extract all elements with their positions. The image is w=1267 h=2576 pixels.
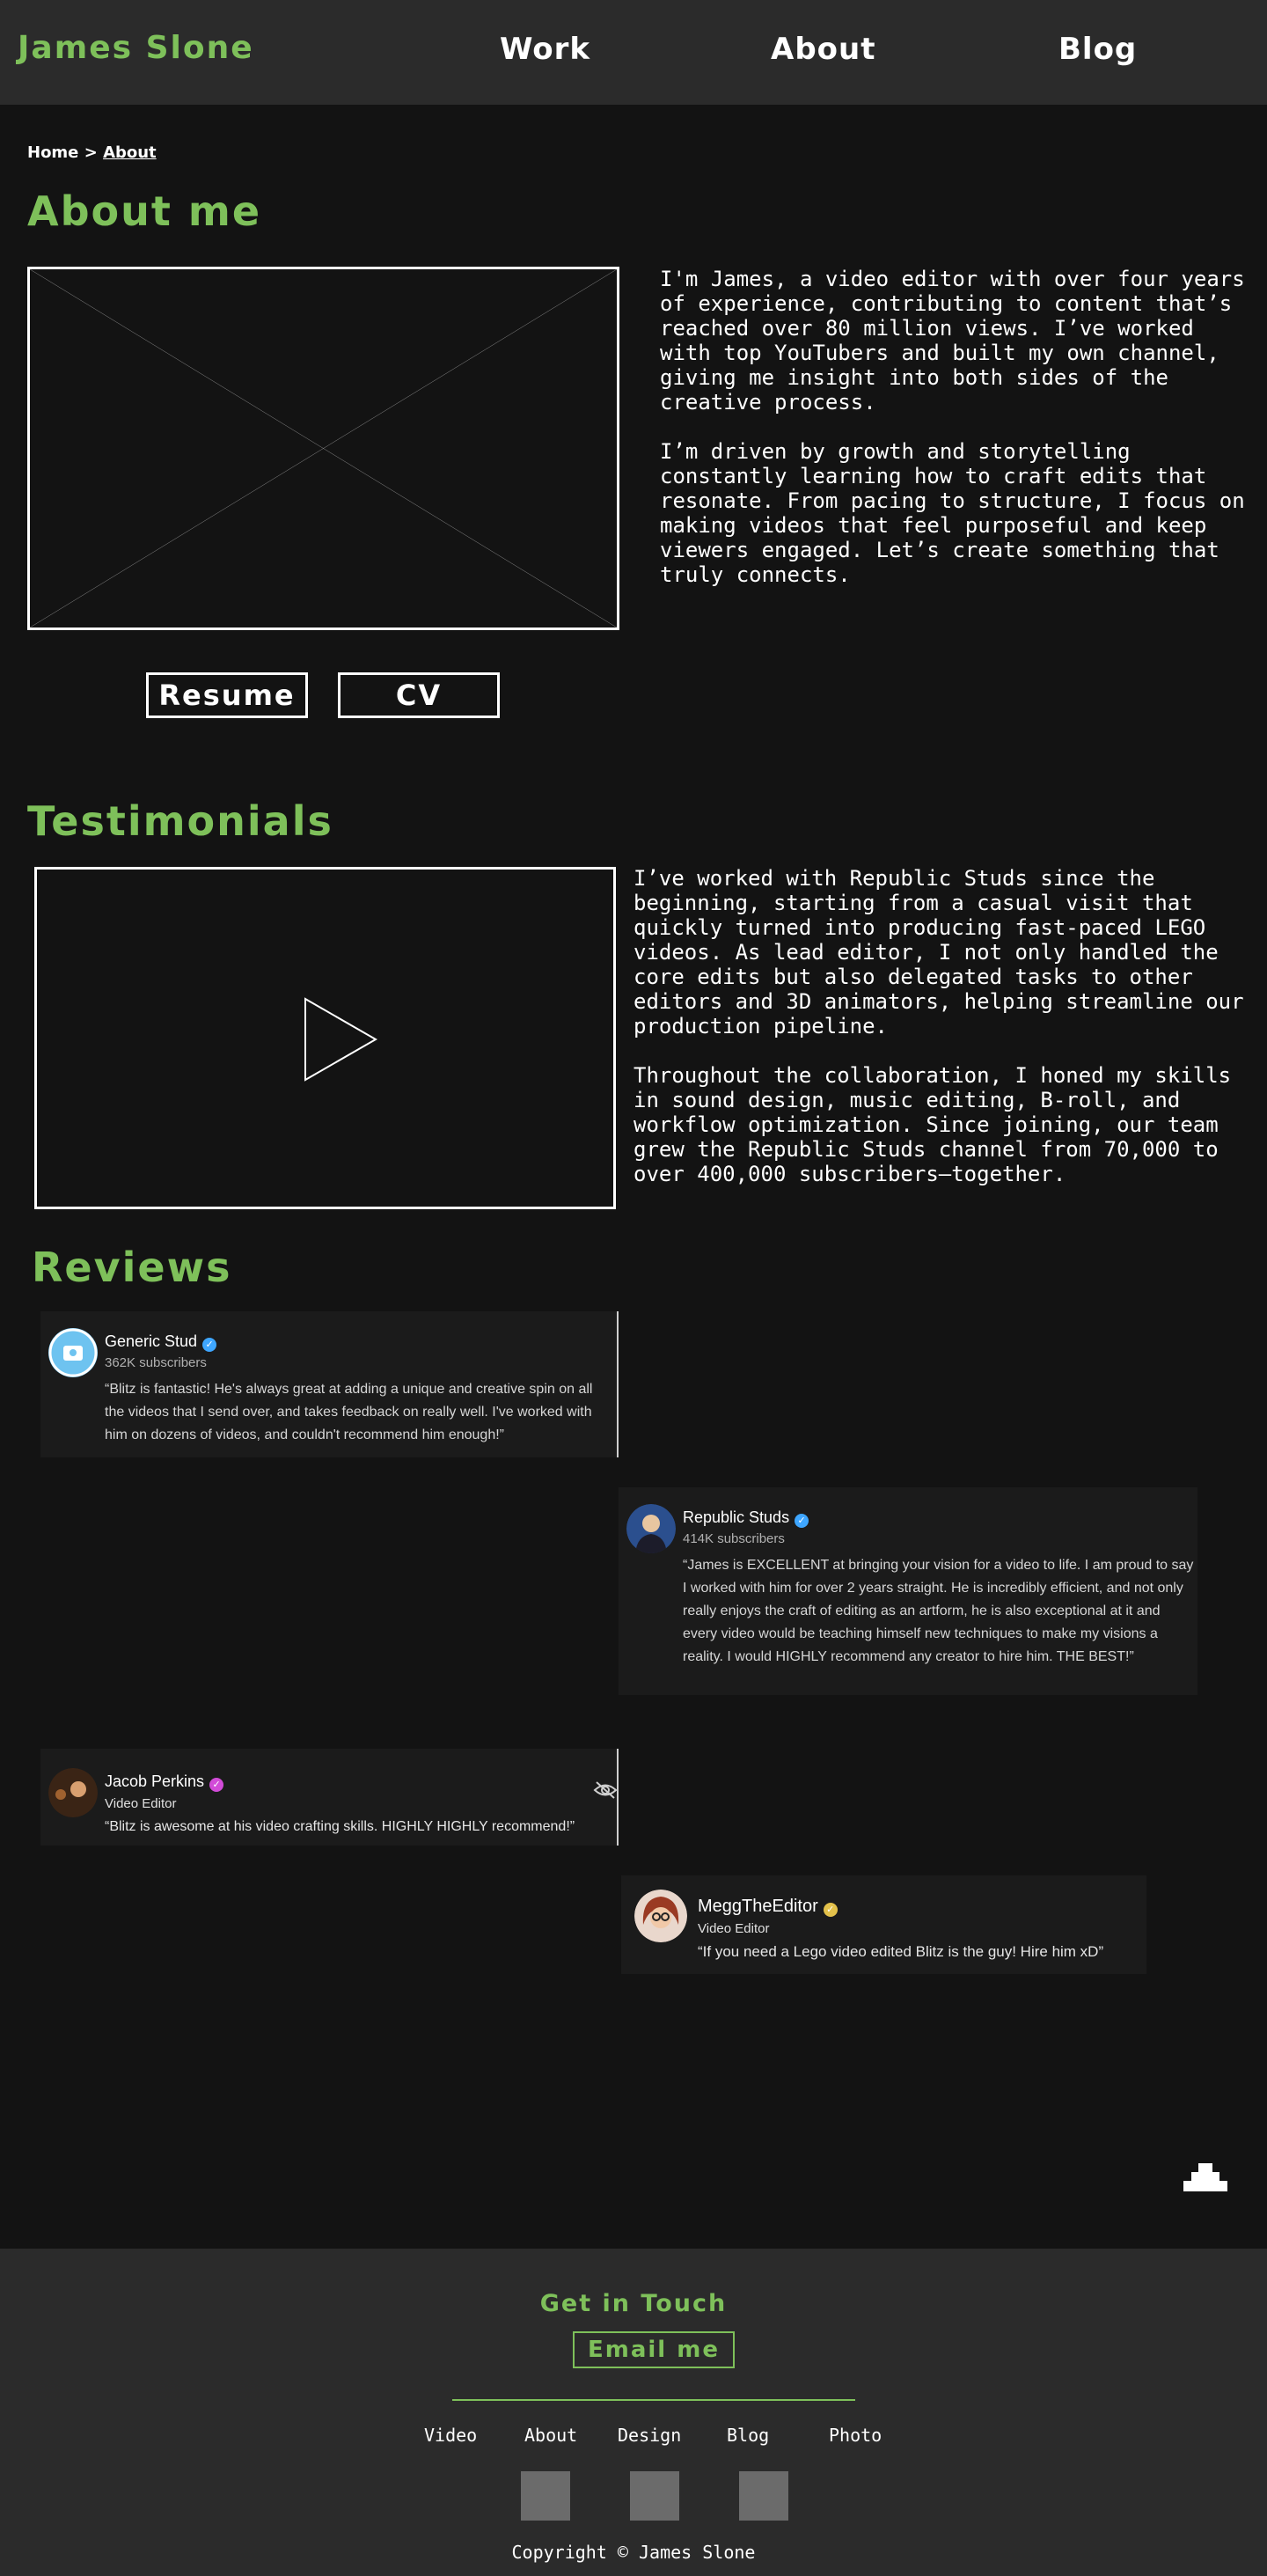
- avatar: [626, 1504, 676, 1553]
- reviewer-name-text: Republic Studs: [683, 1508, 790, 1526]
- reviewer-subtitle: Video Editor: [105, 1796, 177, 1811]
- play-icon: [304, 997, 378, 1082]
- site-footer: Get in Touch Email me Video About Design…: [0, 2249, 1267, 2576]
- nav-work[interactable]: Work: [500, 32, 590, 67]
- reviewer-subtitle: Video Editor: [698, 1921, 770, 1936]
- review-card: MeggTheEditor ✓ Video Editor “If you need…: [621, 1875, 1146, 1974]
- social-icon[interactable]: [630, 2471, 679, 2521]
- testimonial-paragraph: I’ve worked with Republic Studs since th…: [634, 866, 1244, 1038]
- reviewer-name: Jacob Perkins ✓: [105, 1772, 224, 1792]
- about-text: I'm James, a video editor with over four…: [660, 267, 1251, 587]
- breadcrumb-current[interactable]: About: [103, 143, 157, 162]
- testimonials-text: I’ve worked with Republic Studs since th…: [634, 866, 1249, 1186]
- site-header: James Slone Work About Blog: [0, 0, 1267, 105]
- reviewer-subtitle: 362K subscribers: [105, 1355, 207, 1370]
- about-paragraph: I’m driven by growth and storytelling co…: [660, 439, 1245, 587]
- avatar: [48, 1328, 98, 1377]
- verified-badge-icon: ✓: [202, 1338, 217, 1352]
- review-text: “Blitz is fantastic! He's always great a…: [105, 1382, 593, 1442]
- reviews-title: Reviews: [32, 1244, 232, 1291]
- verified-badge-icon: ✓: [823, 1903, 838, 1917]
- avatar: [48, 1768, 98, 1817]
- review-text: “James is EXCELLENT at bringing your vis…: [683, 1558, 1194, 1664]
- breadcrumb-separator: >: [84, 143, 98, 162]
- scroll-top-icon[interactable]: [1183, 2163, 1227, 2198]
- reviewer-name: Generic Stud ✓: [105, 1332, 217, 1352]
- review-card: Generic Stud ✓ 362K subscribers “Blitz is…: [40, 1311, 619, 1457]
- review-text: “Blitz is awesome at his video crafting …: [105, 1819, 575, 1834]
- social-icon[interactable]: [739, 2471, 788, 2521]
- breadcrumb-home[interactable]: Home: [27, 143, 78, 162]
- social-icon[interactable]: [521, 2471, 570, 2521]
- avatar: [634, 1890, 687, 1942]
- footer-divider: [452, 2399, 855, 2401]
- footer-link-photo[interactable]: Photo: [829, 2425, 882, 2446]
- about-paragraph: I'm James, a video editor with over four…: [660, 267, 1245, 415]
- about-title: About me: [27, 187, 262, 235]
- reviewer-name-text: Jacob Perkins: [105, 1772, 205, 1790]
- footer-link-video[interactable]: Video: [424, 2425, 477, 2446]
- reviewer-name: MeggTheEditor ✓: [698, 1897, 838, 1917]
- brand-logo[interactable]: James Slone: [18, 30, 254, 66]
- reviewer-name: Republic Studs ✓: [683, 1508, 809, 1528]
- nav-about[interactable]: About: [771, 32, 875, 67]
- reviewer-name-text: MeggTheEditor: [698, 1897, 818, 1916]
- testimonials-title: Testimonials: [27, 797, 333, 845]
- resume-button[interactable]: Resume: [146, 672, 308, 718]
- verified-badge-icon: ✓: [795, 1514, 809, 1528]
- footer-link-design[interactable]: Design: [618, 2425, 681, 2446]
- breadcrumb: Home > About: [27, 143, 157, 162]
- review-card: Republic Studs ✓ 414K subscribers “James …: [619, 1487, 1197, 1695]
- reviewer-subtitle: 414K subscribers: [683, 1531, 785, 1546]
- copyright: Copyright © James Slone: [511, 2542, 756, 2563]
- video-player[interactable]: [34, 867, 616, 1209]
- testimonial-paragraph: Throughout the collaboration, I honed my…: [634, 1063, 1232, 1186]
- eye-off-icon[interactable]: [593, 1780, 618, 1800]
- footer-link-blog[interactable]: Blog: [727, 2425, 769, 2446]
- review-card: Jacob Perkins ✓ Video Editor “Blitz is aw…: [40, 1749, 619, 1846]
- email-button[interactable]: Email me: [573, 2331, 735, 2368]
- cv-button[interactable]: CV: [338, 672, 500, 718]
- verified-badge-icon: ✓: [209, 1778, 224, 1792]
- review-text: “If you need a Lego video edited Blitz i…: [698, 1943, 1104, 1960]
- footer-link-about[interactable]: About: [524, 2425, 577, 2446]
- nav-blog[interactable]: Blog: [1058, 32, 1137, 67]
- footer-title: Get in Touch: [539, 2290, 728, 2317]
- image-placeholder: [27, 267, 619, 630]
- reviewer-name-text: Generic Stud: [105, 1332, 198, 1350]
